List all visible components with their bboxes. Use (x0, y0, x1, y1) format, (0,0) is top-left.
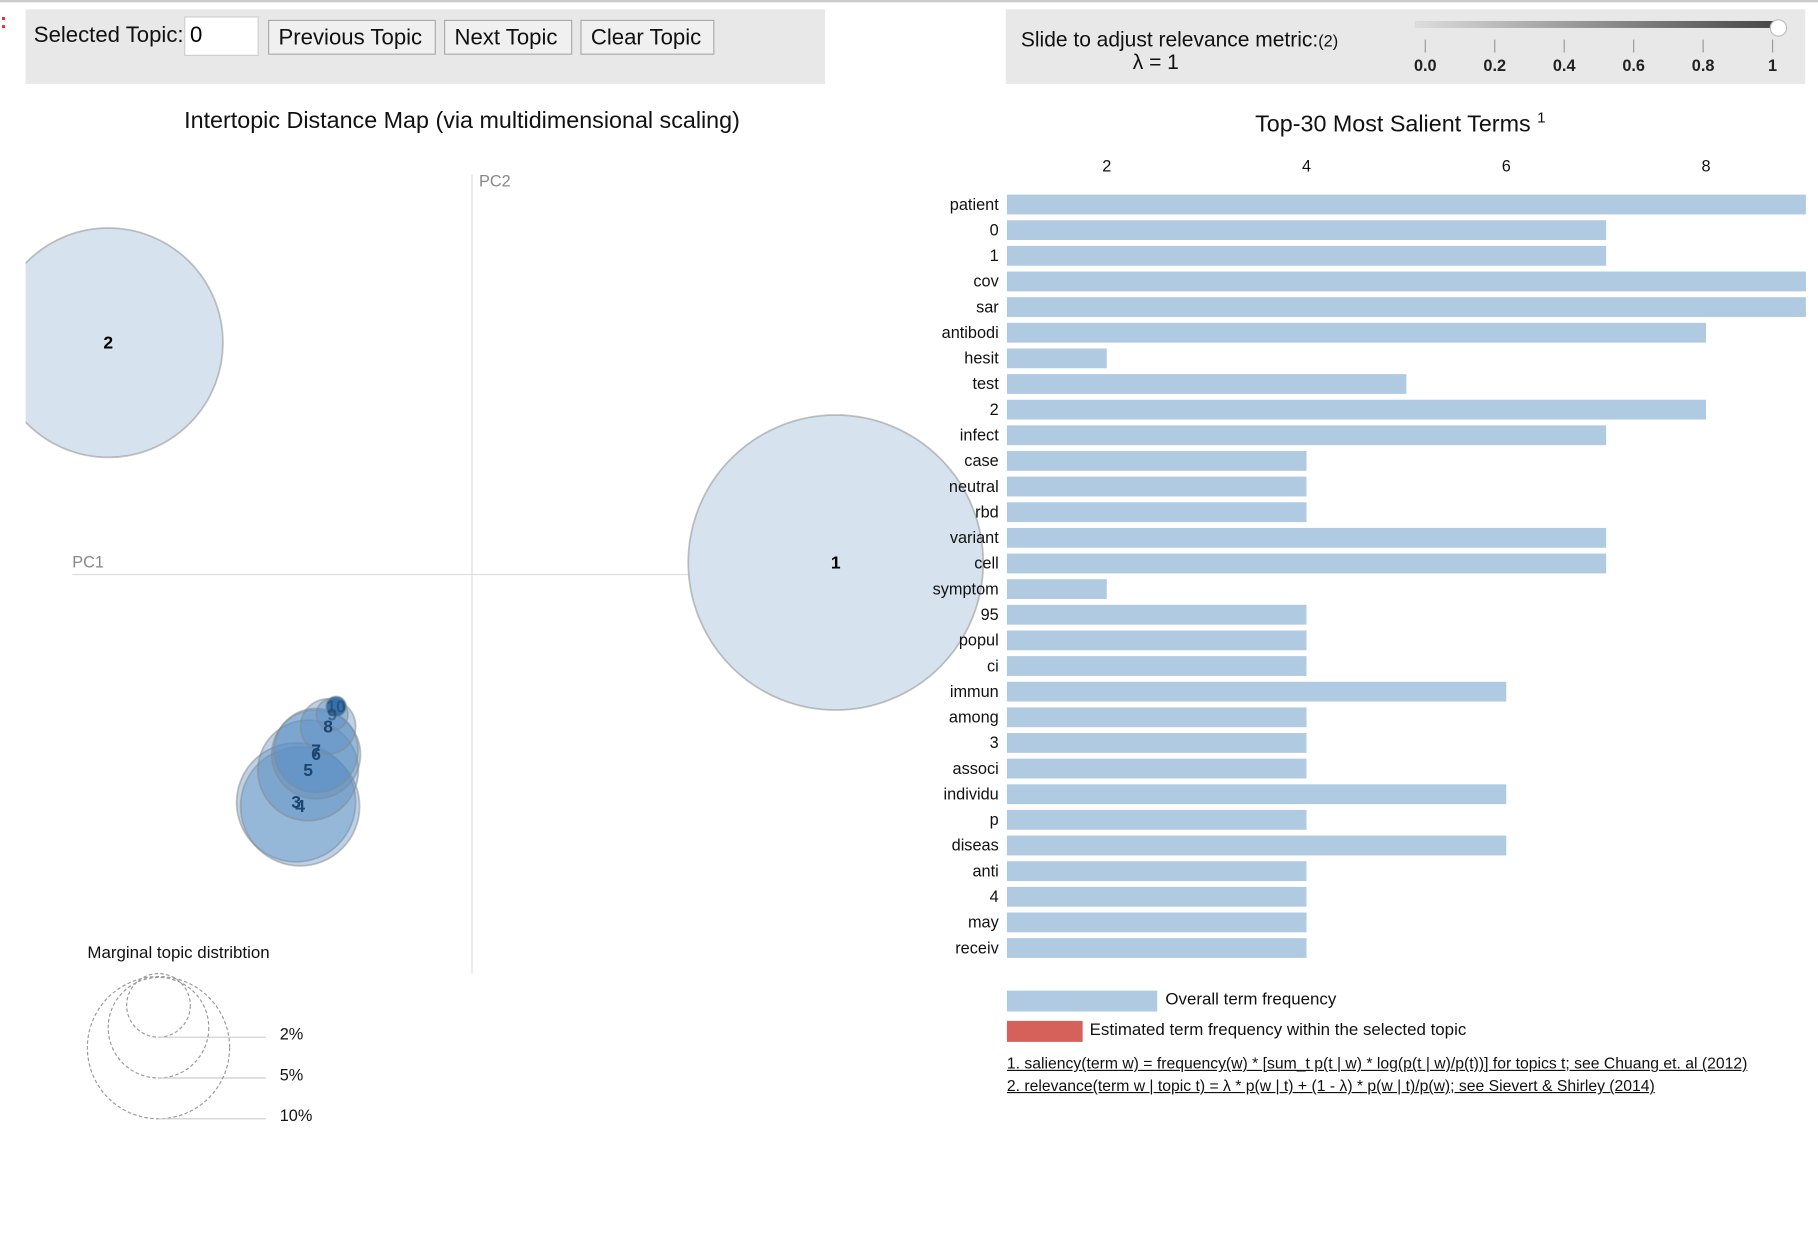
slider-tick-label: 0.4 (1553, 57, 1576, 75)
map-title: Intertopic Distance Map (via multidimens… (184, 108, 740, 135)
bar-popul[interactable] (1006, 630, 1307, 651)
legend-overall-label: Overall term frequency (1165, 990, 1337, 1010)
term-label[interactable]: 3 (990, 734, 999, 752)
legend-circle-10% (86, 975, 231, 1120)
slider-track[interactable] (1414, 20, 1780, 28)
term-label[interactable]: diseas (952, 837, 999, 855)
topic-label-4[interactable]: 4 (295, 796, 305, 816)
bar-anti[interactable] (1006, 861, 1307, 882)
term-label[interactable]: antibodi (942, 324, 999, 342)
topic-label-2[interactable]: 2 (103, 333, 113, 353)
term-label[interactable]: p (990, 811, 999, 829)
legend-circle-2% (126, 973, 191, 1038)
bar-receiv[interactable] (1006, 938, 1307, 958)
bar-symptom[interactable] (1006, 579, 1107, 600)
term-label[interactable]: patient (950, 196, 999, 214)
bar-0[interactable] (1006, 220, 1607, 241)
x-tick-label: 4 (1302, 157, 1311, 175)
bar-3[interactable] (1006, 733, 1307, 753)
slider-handle[interactable] (1769, 19, 1788, 37)
term-label[interactable]: individu (943, 785, 998, 803)
footnote-saliency-link[interactable]: 1. saliency(term w) = frequency(w) * [su… (1007, 1055, 1747, 1072)
term-label[interactable]: infect (960, 427, 999, 445)
term-label[interactable]: anti (972, 862, 998, 880)
bar-sar[interactable] (1006, 297, 1806, 317)
bar-2[interactable] (1006, 399, 1707, 420)
bar-title-text: Top-30 Most Salient Terms (1255, 111, 1531, 138)
legend-label: 5% (280, 1066, 304, 1084)
bar-patient[interactable] (1006, 194, 1806, 215)
legend-estimated-label: Estimated term frequency within the sele… (1089, 1020, 1467, 1040)
x-tick-label: 6 (1502, 157, 1511, 175)
bar-antibodi[interactable] (1006, 322, 1707, 343)
legend-label: 2% (280, 1026, 304, 1044)
marginal-legend-title: Marginal topic distribtion (87, 943, 270, 963)
term-label[interactable]: case (964, 452, 998, 470)
bar-test[interactable] (1006, 374, 1407, 394)
term-label[interactable]: cov (973, 273, 999, 291)
term-label[interactable]: associ (953, 760, 999, 778)
bar-rbd[interactable] (1006, 502, 1307, 523)
bar-case[interactable] (1006, 451, 1307, 471)
legend-estimated-swatch (1006, 1020, 1083, 1042)
footnote-relevance-link[interactable]: 2. relevance(term w | topic t) = λ * p(w… (1007, 1077, 1655, 1094)
term-label[interactable]: sar (976, 298, 999, 316)
term-label[interactable]: 95 (981, 606, 999, 624)
term-label[interactable]: 2 (990, 401, 999, 419)
term-label[interactable]: variant (950, 529, 999, 547)
term-label[interactable]: 4 (990, 888, 999, 906)
bar-hesit[interactable] (1006, 348, 1107, 369)
bar-95[interactable] (1006, 604, 1307, 625)
pc2-label: PC2 (479, 172, 511, 190)
topic-circles (25, 227, 985, 867)
topic-label-10[interactable]: 10 (326, 696, 345, 716)
term-label[interactable]: immun (950, 683, 999, 701)
slider-tick-label: 0.6 (1622, 57, 1645, 75)
term-label[interactable]: symptom (933, 580, 999, 598)
legend-circle-5% (107, 976, 210, 1079)
term-label[interactable]: cell (974, 555, 998, 573)
bar-cov[interactable] (1006, 271, 1806, 292)
term-label[interactable]: neutral (949, 478, 999, 496)
bar-among[interactable] (1006, 707, 1307, 728)
term-label[interactable]: among (949, 709, 999, 727)
bar-may[interactable] (1006, 912, 1307, 933)
legend-overall-swatch (1006, 990, 1158, 1012)
bar-variant[interactable] (1006, 527, 1607, 548)
bar-title: Top-30 Most Salient Terms 1 (1255, 108, 1545, 138)
bar-cell[interactable] (1006, 553, 1607, 574)
x-tick-label: 2 (1102, 157, 1111, 175)
term-label[interactable]: hesit (964, 350, 999, 368)
bar-1[interactable] (1006, 245, 1607, 266)
bar-4[interactable] (1006, 886, 1307, 907)
pc1-label: PC1 (72, 554, 104, 572)
term-label[interactable]: popul (959, 632, 999, 650)
term-label[interactable]: rbd (975, 503, 999, 521)
term-label[interactable]: 0 (990, 221, 999, 239)
slider-tick-label: 0.8 (1692, 57, 1715, 75)
bar-ci[interactable] (1006, 656, 1307, 676)
bar-immun[interactable] (1006, 681, 1507, 702)
ldavis-stage: : Selected Topic: Previous Topic Next To… (0, 0, 1818, 1246)
bar-title-footnote: 1 (1537, 108, 1546, 126)
bar-diseas[interactable] (1006, 835, 1507, 856)
bar-p[interactable] (1006, 809, 1307, 830)
term-label[interactable]: receiv (955, 939, 999, 957)
legend-label: 10% (280, 1107, 313, 1125)
slider-tick-label: 0.0 (1414, 57, 1437, 75)
bar-neutral[interactable] (1006, 476, 1307, 497)
term-label[interactable]: test (972, 375, 999, 393)
x-tick-label: 8 (1701, 157, 1710, 175)
term-label[interactable]: 1 (990, 247, 999, 265)
bar-infect[interactable] (1006, 425, 1607, 446)
slider-tick-label: 0.2 (1483, 57, 1506, 75)
topic-label-1[interactable]: 1 (831, 552, 841, 572)
bar-individu[interactable] (1006, 784, 1507, 805)
term-label[interactable]: may (968, 914, 1000, 932)
topic-label-7[interactable]: 7 (311, 740, 321, 760)
term-label[interactable]: ci (987, 657, 999, 675)
slider-tick-label: 1 (1768, 57, 1777, 75)
bar-associ[interactable] (1006, 758, 1307, 779)
